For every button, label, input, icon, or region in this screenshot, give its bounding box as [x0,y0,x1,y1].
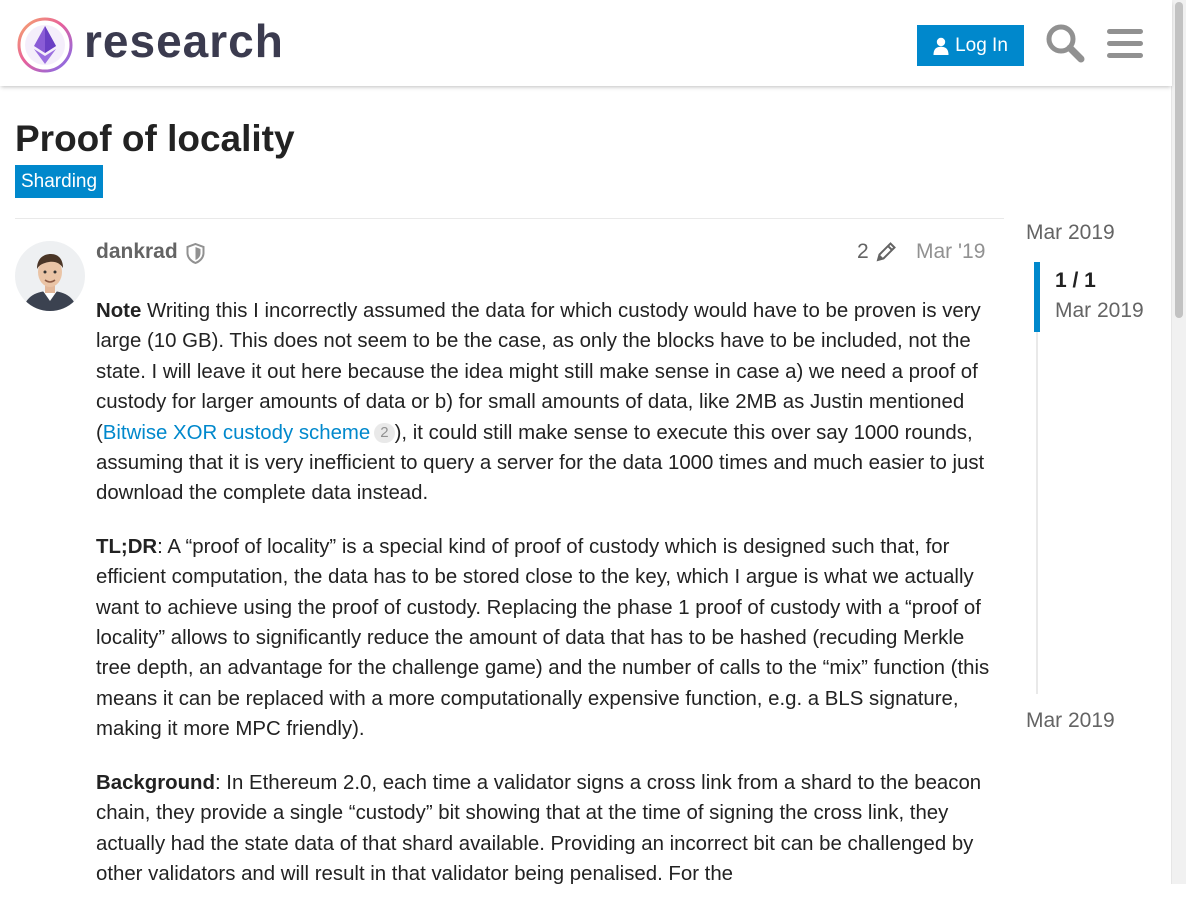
timeline-counter-date: Mar 2019 [1055,299,1144,322]
site-logo-text[interactable]: research [84,14,284,68]
post-paragraph-note: Note Writing this I incorrectly assumed … [96,296,996,509]
post-edit-history[interactable]: 2 [857,240,897,264]
post-paragraph-background: Background: In Ethereum 2.0, each time a… [96,768,996,890]
category-badge[interactable]: Sharding [15,165,104,198]
post-date[interactable]: Mar '19 [916,240,985,264]
scrollbar-thumb[interactable] [1175,2,1183,318]
login-button-label: Log In [955,34,1008,56]
title-divider [15,218,1004,219]
avatar[interactable] [15,241,85,311]
post-author-username[interactable]: dankrad [96,240,178,264]
background-label: Background [96,771,215,794]
ethresear-logo-icon[interactable] [16,16,74,74]
site-header: research Log In [0,0,1172,86]
post-paragraph-tldr: TL;DR: A “proof of locality” is a specia… [96,532,996,745]
timeline-start-date[interactable]: Mar 2019 [1026,221,1115,245]
timeline-post-counter: 1 / 1 [1055,269,1096,292]
timeline-scroll-handle[interactable] [1034,262,1040,332]
search-icon[interactable] [1044,22,1086,64]
note-label: Note [96,300,142,322]
user-icon [933,37,949,55]
tldr-label: TL;DR [96,535,158,558]
topic-title[interactable]: Proof of locality [15,118,295,160]
background-text: : In Ethereum 2.0, each time a validator… [96,771,982,885]
timeline-end-date[interactable]: Mar 2019 [1026,709,1115,733]
avatar-image [15,241,85,311]
hamburger-menu-icon[interactable] [1104,22,1146,64]
shield-icon [186,243,205,264]
login-button[interactable]: Log In [917,25,1024,66]
bitwise-xor-custody-link[interactable]: Bitwise XOR custody scheme [103,422,370,444]
page-scrollbar[interactable] [1171,0,1186,884]
pencil-icon [876,242,896,262]
tldr-text: : A “proof of locality” is a special kin… [96,535,990,741]
link-click-count: 2 [374,422,395,443]
edit-count-value: 2 [857,240,869,263]
post-body: Note Writing this I incorrectly assumed … [96,296,996,912]
